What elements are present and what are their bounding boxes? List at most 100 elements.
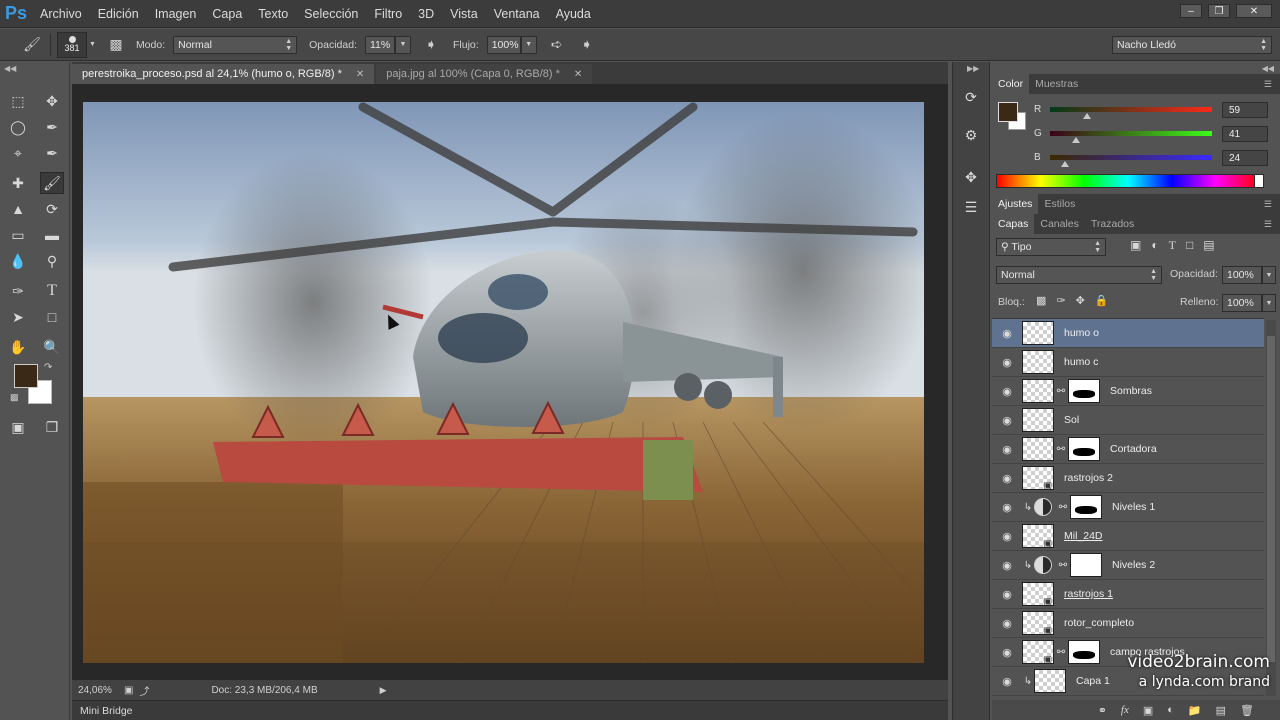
crop-tool-icon[interactable]: ⌖ bbox=[6, 142, 30, 164]
layer-opacity-field[interactable]: 100% bbox=[1222, 266, 1262, 284]
clone-stamp-tool-icon[interactable]: ▲ bbox=[6, 198, 30, 220]
channel-slider-thumb[interactable] bbox=[1072, 137, 1081, 143]
layer-style-icon[interactable]: fx bbox=[1121, 704, 1129, 716]
layer-row[interactable]: ◉ ↳ ⚯ Niveles 1 bbox=[992, 493, 1264, 522]
brush-tool-icon[interactable]: 🖌 bbox=[40, 172, 64, 194]
default-colors-icon[interactable]: ▩ bbox=[10, 392, 19, 403]
gradient-tool-icon[interactable]: ▬ bbox=[40, 224, 64, 246]
layer-mask-thumbnail[interactable] bbox=[1068, 640, 1100, 664]
panel-menu-icon[interactable]: ☰ bbox=[1264, 219, 1272, 230]
filter-adjustment-icon[interactable]: ◐ bbox=[1151, 238, 1158, 253]
close-tab-icon[interactable]: ✕ bbox=[356, 69, 364, 80]
spectrum-white-black[interactable] bbox=[1254, 174, 1264, 188]
lock-all-icon[interactable]: 🔒 bbox=[1095, 294, 1109, 307]
layer-mask-thumbnail[interactable] bbox=[1070, 553, 1102, 577]
mini-bridge-panel[interactable]: Mini Bridge bbox=[72, 700, 948, 720]
filter-smart-object-icon[interactable]: ▤ bbox=[1203, 238, 1214, 253]
collapse-toolbox-icon[interactable]: ◀◀ bbox=[4, 64, 16, 73]
marquee-tool-icon[interactable]: ⬚ bbox=[6, 90, 30, 112]
layer-row[interactable]: ◉ ↳ ⚯ Niveles 2 bbox=[992, 551, 1264, 580]
layer-row[interactable]: ◉ humo o bbox=[992, 319, 1264, 348]
panel-menu-icon[interactable]: ☰ bbox=[1264, 79, 1272, 90]
brush-size-picker[interactable]: 381 bbox=[57, 31, 87, 58]
type-tool-icon[interactable]: T bbox=[40, 280, 64, 302]
layers-tab-trazados[interactable]: Trazados bbox=[1085, 214, 1140, 234]
eye-icon[interactable]: ◉ bbox=[992, 530, 1022, 543]
eye-icon[interactable]: ◉ bbox=[992, 646, 1022, 659]
blend-mode-select[interactable]: Normal ▲ ▼ bbox=[996, 266, 1162, 284]
menu-item-edici-n[interactable]: Edición bbox=[90, 0, 147, 28]
pressure-size-icon[interactable]: ➧ bbox=[575, 34, 599, 56]
fill-dropdown[interactable]: ▼ bbox=[1262, 294, 1276, 312]
canvas-area[interactable] bbox=[72, 84, 948, 680]
document-canvas[interactable] bbox=[83, 102, 924, 663]
add-mask-icon[interactable]: ▣ bbox=[1143, 704, 1153, 717]
channel-value-field[interactable]: 41 bbox=[1222, 126, 1268, 142]
eye-icon[interactable]: ◉ bbox=[992, 414, 1022, 427]
lock-position-icon[interactable]: ✥ bbox=[1076, 294, 1085, 307]
layer-row[interactable]: ◉ ▣ rotor_completo bbox=[992, 609, 1264, 638]
layer-row[interactable]: ◉ humo c bbox=[992, 348, 1264, 377]
expand-panels-icon[interactable]: ▶▶ bbox=[967, 64, 979, 73]
eye-icon[interactable]: ◉ bbox=[992, 385, 1022, 398]
properties-panel-icon[interactable]: ☰ bbox=[959, 196, 983, 218]
eye-icon[interactable]: ◉ bbox=[992, 588, 1022, 601]
flow-dropdown-button[interactable]: ▼ bbox=[520, 35, 537, 54]
delete-layer-icon[interactable]: 🗑 bbox=[1240, 704, 1254, 717]
mask-link-icon[interactable]: ⚯ bbox=[1056, 502, 1070, 513]
minimize-button[interactable]: – bbox=[1180, 4, 1202, 18]
pressure-opacity-icon[interactable]: ➧ bbox=[419, 34, 443, 56]
screen-mode-icon[interactable]: ❐ bbox=[40, 416, 64, 438]
menu-item-vista[interactable]: Vista bbox=[442, 0, 486, 28]
hand-tool-icon[interactable]: ✋ bbox=[6, 336, 30, 358]
layer-row[interactable]: ◉ ⚯ Sombras bbox=[992, 377, 1264, 406]
layer-mask-thumbnail[interactable] bbox=[1068, 437, 1100, 461]
move-tool-icon[interactable]: ✥ bbox=[40, 90, 64, 112]
channel-slider-thumb[interactable] bbox=[1083, 113, 1092, 119]
layer-mask-thumbnail[interactable] bbox=[1070, 495, 1102, 519]
menu-item-archivo[interactable]: Archivo bbox=[32, 0, 90, 28]
menu-item-selecci-n[interactable]: Selección bbox=[296, 0, 366, 28]
brush-size-dropdown-icon[interactable]: ▼ bbox=[89, 41, 96, 48]
healing-brush-tool-icon[interactable]: ✚ bbox=[6, 172, 30, 194]
tool-presets-panel-icon[interactable]: ✥ bbox=[959, 166, 983, 188]
pen-tool-icon[interactable]: ✑ bbox=[6, 280, 30, 302]
mask-link-icon[interactable]: ⚯ bbox=[1054, 647, 1068, 658]
layer-row[interactable]: ◉ ▣ rastrojos 1 bbox=[992, 580, 1264, 609]
new-layer-icon[interactable]: ▤ bbox=[1216, 704, 1226, 717]
eye-icon[interactable]: ◉ bbox=[992, 675, 1022, 688]
quick-selection-tool-icon[interactable]: ✒ bbox=[40, 116, 64, 138]
lasso-tool-icon[interactable]: ◯ bbox=[6, 116, 30, 138]
lock-paint-icon[interactable]: ✑ bbox=[1056, 294, 1065, 307]
close-tab-icon[interactable]: ✕ bbox=[574, 69, 582, 80]
status-menu-arrow-icon[interactable]: ▶ bbox=[380, 685, 387, 696]
menu-item-capa[interactable]: Capa bbox=[204, 0, 250, 28]
layer-row[interactable]: ◉ ▣ Mil_24D bbox=[992, 522, 1264, 551]
eye-icon[interactable]: ◉ bbox=[992, 559, 1022, 572]
history-brush-tool-icon[interactable]: ⟳ bbox=[40, 198, 64, 220]
opacity-dropdown-button[interactable]: ▼ bbox=[395, 35, 411, 54]
flow-field[interactable]: 100% bbox=[486, 35, 521, 54]
eye-icon[interactable]: ◉ bbox=[992, 501, 1022, 514]
layers-scrollbar-thumb[interactable] bbox=[1267, 336, 1275, 662]
swap-colors-icon[interactable]: ↷ bbox=[44, 362, 52, 373]
channel-slider-track[interactable] bbox=[1050, 131, 1212, 136]
close-button[interactable]: ✕ bbox=[1236, 4, 1272, 18]
brush-tool-preset-icon[interactable]: 🖌 bbox=[20, 34, 44, 56]
color-tab-muestras[interactable]: Muestras bbox=[1029, 74, 1084, 94]
layers-scrollbar[interactable] bbox=[1266, 320, 1276, 696]
mode-select[interactable]: Normal ▲ ▼ bbox=[173, 35, 298, 54]
color-spectrum-bar[interactable] bbox=[996, 174, 1260, 188]
channel-slider-track[interactable] bbox=[1050, 107, 1212, 112]
layers-tab-canales[interactable]: Canales bbox=[1034, 214, 1085, 234]
channel-value-field[interactable]: 59 bbox=[1222, 102, 1268, 118]
zoom-level[interactable]: 24,06% bbox=[78, 685, 120, 696]
layer-row[interactable]: ◉ ⚯ Cortadora bbox=[992, 435, 1264, 464]
menu-item-ayuda[interactable]: Ayuda bbox=[548, 0, 599, 28]
filter-type-icon[interactable]: T bbox=[1169, 238, 1176, 253]
layer-filter-select[interactable]: ⚲ Tipo ▲ ▼ bbox=[996, 238, 1106, 256]
eyedropper-tool-icon[interactable]: ✒ bbox=[40, 142, 64, 164]
mask-link-icon[interactable]: ⚯ bbox=[1054, 444, 1068, 455]
new-group-icon[interactable]: 📁 bbox=[1188, 704, 1202, 717]
zoom-tool-icon[interactable]: 🔍 bbox=[40, 336, 64, 358]
